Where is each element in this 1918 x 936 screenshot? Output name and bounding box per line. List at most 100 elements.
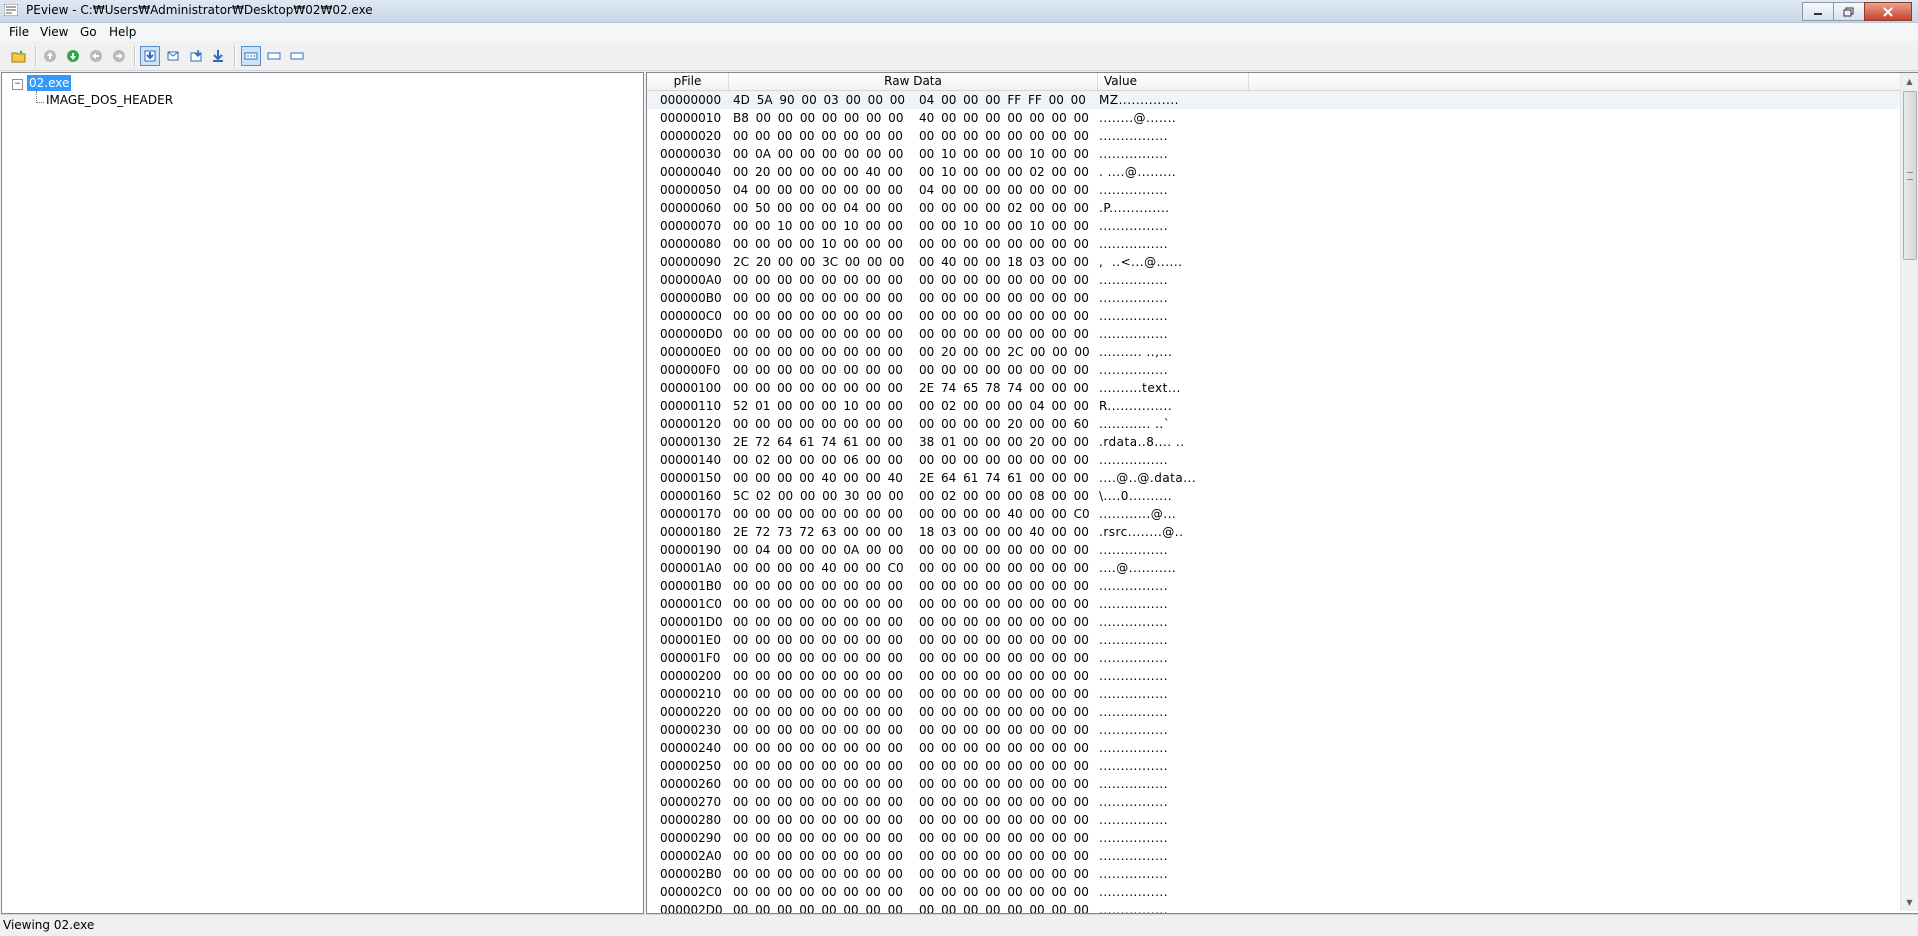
row-ascii: ................ bbox=[1099, 453, 1169, 467]
column-pfile[interactable]: pFile bbox=[647, 73, 729, 90]
row-offset: 000001F0 bbox=[660, 651, 721, 665]
table-row[interactable]: 000000D0 00 00 00 00 00 00 00 00 00 00 00 … bbox=[647, 325, 1900, 343]
table-row[interactable]: 00000190 00 04 00 00 00 0A 00 00 00 00 00 … bbox=[647, 541, 1900, 559]
table-row[interactable]: 000000F0 00 00 00 00 00 00 00 00 00 00 00 … bbox=[647, 361, 1900, 379]
view-export-button[interactable] bbox=[187, 47, 205, 65]
view-hex-button[interactable] bbox=[140, 46, 160, 66]
down-button[interactable] bbox=[64, 47, 82, 65]
row-hex-right: 00 00 00 00 00 00 00 00 bbox=[919, 309, 1089, 323]
layout-raw-button[interactable] bbox=[288, 47, 306, 65]
minimize-button[interactable] bbox=[1802, 2, 1834, 21]
table-row[interactable]: 00000080 00 00 00 00 10 00 00 00 00 00 00 … bbox=[647, 235, 1900, 253]
table-row[interactable]: 000001E0 00 00 00 00 00 00 00 00 00 00 00 … bbox=[647, 631, 1900, 649]
scroll-down-arrow-icon[interactable]: ▼ bbox=[1901, 894, 1918, 911]
table-row[interactable]: 00000220 00 00 00 00 00 00 00 00 00 00 00 … bbox=[647, 703, 1900, 721]
row-offset: 00000090 bbox=[660, 255, 722, 269]
row-offset: 00000170 bbox=[660, 507, 722, 521]
table-row[interactable]: 00000040 00 20 00 00 00 00 40 00 00 10 00 … bbox=[647, 163, 1900, 181]
table-row[interactable]: 00000260 00 00 00 00 00 00 00 00 00 00 00 … bbox=[647, 775, 1900, 793]
table-row[interactable]: 00000030 00 0A 00 00 00 00 00 00 00 10 00 … bbox=[647, 145, 1900, 163]
table-row[interactable]: 000000E0 00 00 00 00 00 00 00 00 00 20 00 … bbox=[647, 343, 1900, 361]
tree-view[interactable]: − 02.exe IMAGE_DOS_HEADER bbox=[1, 72, 644, 914]
table-row[interactable]: 00000180 2E 72 73 72 63 00 00 00 18 03 00 … bbox=[647, 523, 1900, 541]
table-row[interactable]: 000002D0 00 00 00 00 00 00 00 00 00 00 00 … bbox=[647, 901, 1900, 913]
layout-hex-button[interactable] bbox=[241, 46, 261, 66]
layout-text-button[interactable] bbox=[265, 47, 283, 65]
table-row[interactable]: 00000160 5C 02 00 00 00 30 00 00 00 02 00 … bbox=[647, 487, 1900, 505]
row-ascii: \....0.......... bbox=[1099, 489, 1173, 503]
table-row[interactable]: 000001D0 00 00 00 00 00 00 00 00 00 00 00 … bbox=[647, 613, 1900, 631]
table-row[interactable]: 00000200 00 00 00 00 00 00 00 00 00 00 00 … bbox=[647, 667, 1900, 685]
table-row[interactable]: 00000100 00 00 00 00 00 00 00 00 2E 74 65 … bbox=[647, 379, 1900, 397]
table-row[interactable]: 00000070 00 00 10 00 00 10 00 00 00 00 10 … bbox=[647, 217, 1900, 235]
table-row[interactable]: 00000140 00 02 00 00 00 06 00 00 00 00 00 … bbox=[647, 451, 1900, 469]
collapse-toggle[interactable]: − bbox=[12, 79, 23, 90]
title-bar: PEview - C:₩Users₩Administrator₩Desktop₩… bbox=[0, 0, 1918, 23]
table-row[interactable]: 00000110 52 01 00 00 00 10 00 00 00 02 00 … bbox=[647, 397, 1900, 415]
row-hex-right: 00 00 00 00 00 00 00 00 bbox=[919, 615, 1089, 629]
row-ascii: ................ bbox=[1099, 849, 1169, 863]
table-row[interactable]: 00000270 00 00 00 00 00 00 00 00 00 00 00 … bbox=[647, 793, 1900, 811]
table-row[interactable]: 00000210 00 00 00 00 00 00 00 00 00 00 00 … bbox=[647, 685, 1900, 703]
table-row[interactable]: 00000280 00 00 00 00 00 00 00 00 00 00 00 … bbox=[647, 811, 1900, 829]
table-row[interactable]: 00000120 00 00 00 00 00 00 00 00 00 00 00 … bbox=[647, 415, 1900, 433]
table-row[interactable]: 00000230 00 00 00 00 00 00 00 00 00 00 00 … bbox=[647, 721, 1900, 739]
row-hex-left: 00 00 00 00 00 00 00 00 bbox=[733, 579, 903, 593]
table-row[interactable]: 00000170 00 00 00 00 00 00 00 00 00 00 00 … bbox=[647, 505, 1900, 523]
row-ascii: ................ bbox=[1099, 129, 1169, 143]
row-hex-left: 00 20 00 00 00 00 40 00 bbox=[733, 165, 903, 179]
row-offset: 00000290 bbox=[660, 831, 722, 845]
table-row[interactable]: 00000240 00 00 00 00 00 00 00 00 00 00 00 … bbox=[647, 739, 1900, 757]
scrollbar-thumb[interactable] bbox=[1903, 91, 1917, 260]
open-file-button[interactable] bbox=[10, 47, 28, 65]
row-hex-left: 00 00 00 00 00 00 00 00 bbox=[733, 669, 903, 683]
table-row[interactable]: 000000C0 00 00 00 00 00 00 00 00 00 00 00 … bbox=[647, 307, 1900, 325]
table-row[interactable]: 00000090 2C 20 00 00 3C 00 00 00 00 40 00 … bbox=[647, 253, 1900, 271]
menu-go[interactable]: Go bbox=[80, 25, 97, 39]
table-row[interactable]: 00000020 00 00 00 00 00 00 00 00 00 00 00 … bbox=[647, 127, 1900, 145]
table-row[interactable]: 00000150 00 00 00 00 40 00 00 40 2E 64 61 … bbox=[647, 469, 1900, 487]
tree-item-image-dos-header[interactable]: IMAGE_DOS_HEADER bbox=[46, 93, 173, 107]
table-row[interactable]: 00000250 00 00 00 00 00 00 00 00 00 00 00 … bbox=[647, 757, 1900, 775]
table-row[interactable]: 000002A0 00 00 00 00 00 00 00 00 00 00 00 … bbox=[647, 847, 1900, 865]
vertical-scrollbar[interactable]: ▲ ▼ bbox=[1900, 73, 1918, 911]
forward-button[interactable] bbox=[110, 47, 128, 65]
row-hex-left: 00 00 00 00 00 00 00 00 bbox=[733, 129, 903, 143]
menu-file[interactable]: File bbox=[9, 25, 29, 39]
table-row[interactable]: 00000290 00 00 00 00 00 00 00 00 00 00 00 … bbox=[647, 829, 1900, 847]
up-button[interactable] bbox=[41, 47, 59, 65]
table-row[interactable]: 000002B0 00 00 00 00 00 00 00 00 00 00 00 … bbox=[647, 865, 1900, 883]
row-ascii: ................ bbox=[1099, 723, 1169, 737]
restore-button[interactable] bbox=[1833, 2, 1865, 21]
column-raw-data[interactable]: Raw Data bbox=[729, 73, 1098, 90]
close-button[interactable] bbox=[1864, 2, 1912, 21]
view-mail-button[interactable] bbox=[164, 47, 182, 65]
table-row[interactable]: 00000010 B8 00 00 00 00 00 00 00 40 00 00 … bbox=[647, 109, 1900, 127]
view-save-button[interactable] bbox=[209, 47, 227, 65]
table-row[interactable]: 000001F0 00 00 00 00 00 00 00 00 00 00 00 … bbox=[647, 649, 1900, 667]
row-ascii: ................ bbox=[1099, 219, 1169, 233]
tree-connector bbox=[36, 102, 44, 103]
table-row[interactable]: 000002C0 00 00 00 00 00 00 00 00 00 00 00 … bbox=[647, 883, 1900, 901]
menu-view[interactable]: View bbox=[40, 25, 68, 39]
table-row[interactable]: 00000060 00 50 00 00 00 04 00 00 00 00 00 … bbox=[647, 199, 1900, 217]
row-hex-right: 00 00 00 00 00 00 00 00 bbox=[919, 723, 1089, 737]
table-row[interactable]: 000001A0 00 00 00 00 40 00 00 C0 00 00 00 … bbox=[647, 559, 1900, 577]
table-row[interactable]: 00000130 2E 72 64 61 74 61 00 00 38 01 00 … bbox=[647, 433, 1900, 451]
menu-help[interactable]: Help bbox=[109, 25, 136, 39]
table-row[interactable]: 00000050 04 00 00 00 00 00 00 00 04 00 00 … bbox=[647, 181, 1900, 199]
hex-view[interactable]: pFile Raw Data Value 00000000 4D 5A 90 00… bbox=[646, 72, 1918, 914]
row-ascii: ................ bbox=[1099, 597, 1169, 611]
table-row[interactable]: 000000B0 00 00 00 00 00 00 00 00 00 00 00 … bbox=[647, 289, 1900, 307]
row-offset: 00000140 bbox=[660, 453, 722, 467]
row-ascii: ............ ..` bbox=[1099, 417, 1171, 431]
table-row[interactable]: 000001C0 00 00 00 00 00 00 00 00 00 00 00 … bbox=[647, 595, 1900, 613]
back-button[interactable] bbox=[87, 47, 105, 65]
tree-root-file[interactable]: 02.exe bbox=[27, 75, 72, 91]
table-row[interactable]: 00000000 4D 5A 90 00 03 00 00 00 04 00 00 … bbox=[647, 91, 1900, 109]
table-row[interactable]: 000000A0 00 00 00 00 00 00 00 00 00 00 00 … bbox=[647, 271, 1900, 289]
table-row[interactable]: 000001B0 00 00 00 00 00 00 00 00 00 00 00 … bbox=[647, 577, 1900, 595]
column-value[interactable]: Value bbox=[1098, 73, 1249, 90]
row-ascii: ................ bbox=[1099, 885, 1169, 899]
scroll-up-arrow-icon[interactable]: ▲ bbox=[1901, 73, 1918, 90]
